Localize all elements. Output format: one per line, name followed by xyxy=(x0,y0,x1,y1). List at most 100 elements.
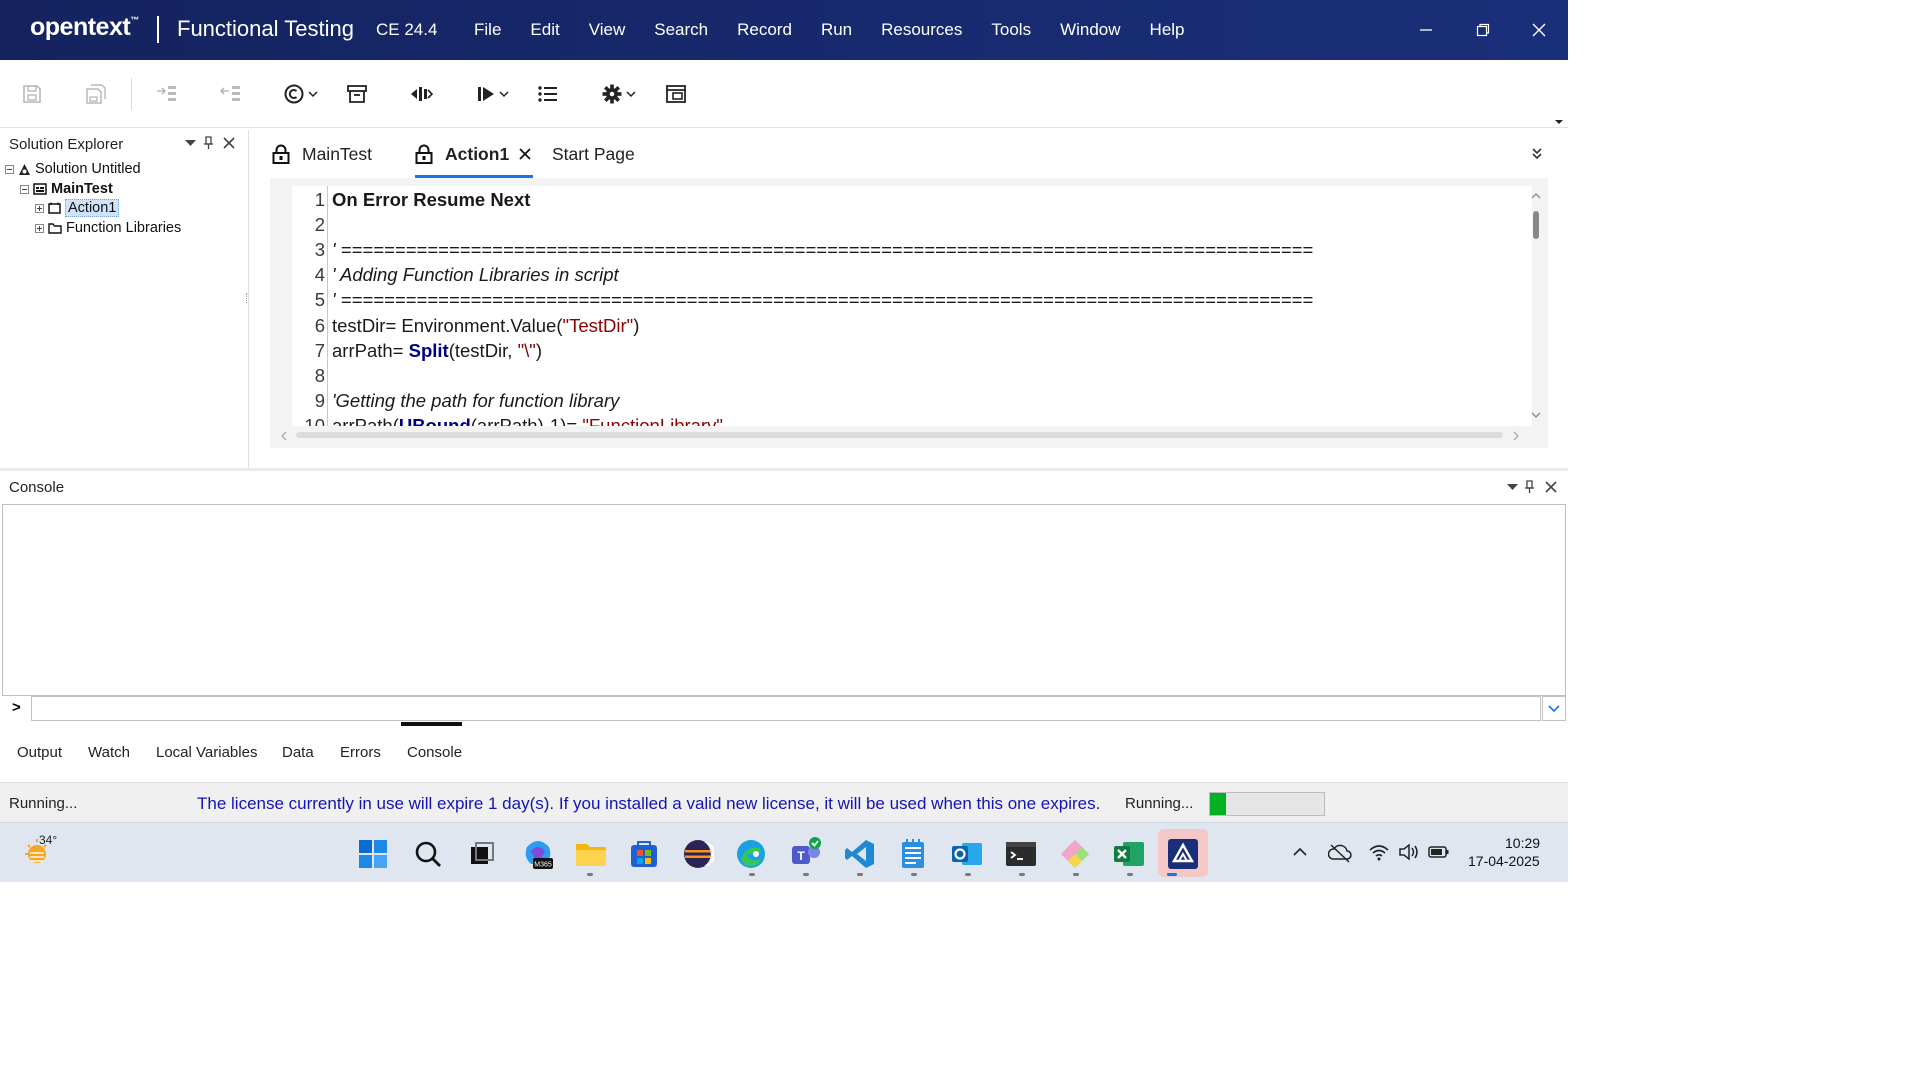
horizontal-splitter[interactable] xyxy=(0,468,1568,471)
window-button[interactable] xyxy=(665,80,687,108)
collapse-icon[interactable] xyxy=(5,164,14,174)
menu-view[interactable]: View xyxy=(589,20,626,40)
code-line[interactable]: 1 On Error Resume Next xyxy=(292,189,1522,214)
scroll-left-icon[interactable] xyxy=(280,431,288,441)
vscode-app[interactable] xyxy=(843,837,877,871)
eclipse-app[interactable] xyxy=(681,837,715,871)
license-message: The license currently in use will expire… xyxy=(197,794,1101,813)
code-line[interactable]: 10 arrPath(UBound(arrPath)-1)= "FunctionL… xyxy=(292,415,1522,426)
start-button[interactable] xyxy=(356,837,390,871)
tab-action1[interactable]: Action1 xyxy=(415,130,531,178)
scroll-down-icon[interactable] xyxy=(1531,411,1541,419)
teams-app[interactable]: T xyxy=(788,837,822,871)
close-icon[interactable] xyxy=(1545,481,1557,493)
code-line[interactable]: 9 'Getting the path for function library xyxy=(292,390,1522,415)
tree-node-function-libraries[interactable]: Function Libraries xyxy=(35,219,181,237)
clock-date[interactable]: 17-04-2025 xyxy=(1468,853,1540,869)
save-all-button[interactable] xyxy=(85,80,107,108)
tab-watch[interactable]: Watch xyxy=(88,744,130,761)
close-icon[interactable] xyxy=(223,137,235,149)
horizontal-scrollbar-thumb[interactable] xyxy=(296,432,1503,438)
code-line[interactable]: 8 xyxy=(292,365,1522,390)
pin-icon[interactable] xyxy=(1524,480,1535,494)
tree-node-action1[interactable]: Action1 xyxy=(35,199,120,217)
settings-dropdown-button[interactable] xyxy=(601,80,636,108)
terminal-app[interactable] xyxy=(1004,837,1038,871)
tree-node-solution[interactable]: Solution Untitled xyxy=(5,160,141,178)
code-token: ) xyxy=(633,315,640,336)
tab-maintest[interactable]: MainTest xyxy=(272,130,372,178)
code-line[interactable]: 2 xyxy=(292,214,1522,239)
tab-start-page[interactable]: Start Page xyxy=(552,130,635,178)
menu-window[interactable]: Window xyxy=(1060,20,1120,40)
menu-run[interactable]: Run xyxy=(821,20,852,40)
code-line[interactable]: 6 testDir= Environment.Value("TestDir") xyxy=(292,315,1522,340)
vertical-scrollbar-thumb[interactable] xyxy=(1533,211,1539,239)
wifi-icon[interactable] xyxy=(1368,843,1390,861)
volume-icon[interactable] xyxy=(1398,843,1420,861)
onedrive-offline-icon[interactable] xyxy=(1328,843,1352,863)
close-tab-icon[interactable] xyxy=(519,148,531,160)
menu-search[interactable]: Search xyxy=(654,20,708,40)
expand-icon[interactable] xyxy=(35,223,44,233)
code-area[interactable]: 1 On Error Resume Next 2 3 ' =============… xyxy=(292,186,1532,426)
pin-icon[interactable] xyxy=(203,136,214,150)
excel-app[interactable] xyxy=(1112,837,1146,871)
tab-data[interactable]: Data xyxy=(282,744,314,761)
menu-resources[interactable]: Resources xyxy=(881,20,962,40)
task-view-button[interactable] xyxy=(465,837,499,871)
restore-button[interactable] xyxy=(1467,14,1499,46)
expand-icon[interactable] xyxy=(35,203,44,213)
m365-app[interactable]: M365 xyxy=(521,837,555,871)
snipping-app[interactable] xyxy=(1058,837,1092,871)
panel-dropdown-icon[interactable] xyxy=(1507,484,1518,491)
scroll-up-icon[interactable] xyxy=(1531,192,1541,200)
functional-testing-app[interactable] xyxy=(1166,837,1200,871)
tree-node-maintest[interactable]: MainTest xyxy=(20,180,113,198)
store-app[interactable] xyxy=(627,837,661,871)
menu-file[interactable]: File xyxy=(474,20,501,40)
run-dropdown-button[interactable] xyxy=(476,80,509,108)
code-line[interactable]: 7 arrPath= Split(testDir, "\") xyxy=(292,340,1522,365)
collapse-icon[interactable] xyxy=(20,184,29,194)
outlook-app[interactable] xyxy=(950,837,984,871)
tab-local-variables[interactable]: Local Variables xyxy=(156,744,257,761)
toolbar-overflow-icon[interactable] xyxy=(1554,118,1564,126)
record-dropdown-button[interactable] xyxy=(283,80,318,108)
chevron-up-icon[interactable] xyxy=(1292,847,1308,857)
archive-button[interactable] xyxy=(346,80,368,108)
search-taskbar-button[interactable] xyxy=(411,837,445,871)
menu-tools[interactable]: Tools xyxy=(991,20,1031,40)
menu-record[interactable]: Record xyxy=(737,20,792,40)
menu-help[interactable]: Help xyxy=(1150,20,1185,40)
code-editor[interactable]: 1 On Error Resume Next 2 3 ' =============… xyxy=(270,178,1548,448)
minimize-button[interactable] xyxy=(1410,14,1442,46)
tab-console[interactable]: Console xyxy=(407,744,462,761)
clock-time[interactable]: 10:29 xyxy=(1505,835,1540,851)
code-line[interactable]: 3 ' =====================================… xyxy=(292,239,1522,264)
notepad-app[interactable] xyxy=(896,837,930,871)
edge-app[interactable] xyxy=(734,837,768,871)
console-input[interactable] xyxy=(31,696,1541,721)
console-history-dropdown[interactable] xyxy=(1542,696,1566,721)
file-explorer-app[interactable] xyxy=(574,837,608,871)
close-window-button[interactable] xyxy=(1523,14,1555,46)
code-line[interactable]: 4 ' Adding Function Libraries in script xyxy=(292,264,1522,289)
battery-icon[interactable] xyxy=(1428,845,1450,859)
list-button[interactable] xyxy=(537,80,559,108)
panel-dropdown-icon[interactable] xyxy=(185,140,196,147)
console-output[interactable] xyxy=(2,504,1566,696)
step-button[interactable] xyxy=(409,80,433,108)
outdent-button[interactable] xyxy=(219,80,243,108)
save-button[interactable] xyxy=(21,80,43,108)
panel-splitter[interactable] xyxy=(246,293,248,303)
scroll-right-icon[interactable] xyxy=(1512,431,1520,441)
title-bar: opentext™ Functional Testing CE 24.4 Fil… xyxy=(0,0,1568,60)
tab-output[interactable]: Output xyxy=(17,744,62,761)
menu-edit[interactable]: Edit xyxy=(530,20,559,40)
tab-errors[interactable]: Errors xyxy=(340,744,381,761)
code-line[interactable]: 5 ' =====================================… xyxy=(292,289,1522,314)
indent-button[interactable] xyxy=(155,80,179,108)
progress-fill xyxy=(1210,793,1226,815)
more-tabs-icon[interactable] xyxy=(1530,146,1544,160)
